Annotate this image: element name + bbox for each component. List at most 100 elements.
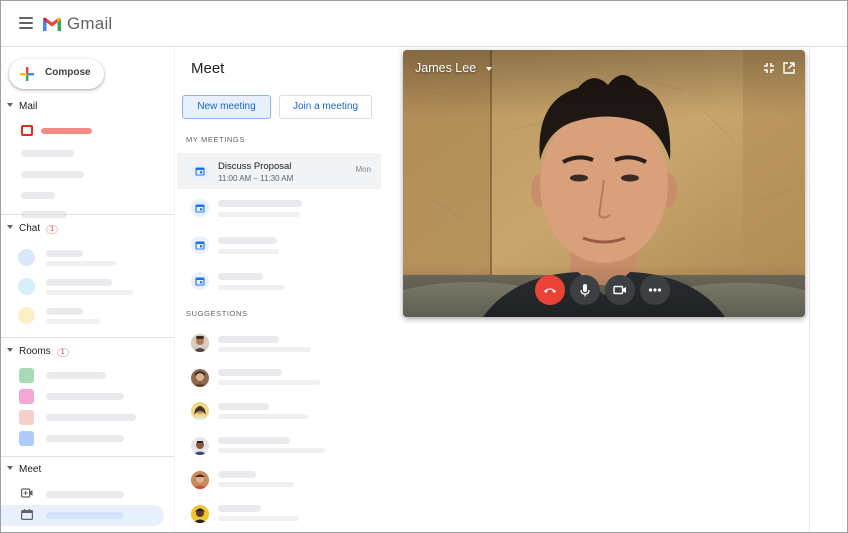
suggestion-detail-placeholder <box>218 414 308 419</box>
app-window: Gmail Compose Mail Chat 1 Rooms 1 Meet M… <box>0 0 848 533</box>
suggestion-name-placeholder <box>218 437 290 444</box>
meeting-row[interactable] <box>177 263 381 299</box>
section-chat-label: Chat <box>19 223 41 234</box>
room-name-placeholder[interactable] <box>46 393 124 400</box>
chevron-down-icon[interactable] <box>486 67 492 71</box>
chat-snippet-placeholder <box>46 290 133 295</box>
room-icon[interactable] <box>19 410 34 425</box>
new-meeting-button[interactable]: New meeting <box>182 95 271 119</box>
divider <box>1 337 174 338</box>
top-bar: Gmail <box>1 1 847 47</box>
join-meeting-button[interactable]: Join a meeting <box>279 95 372 119</box>
meeting-row[interactable] <box>177 227 381 263</box>
room-name-placeholder[interactable] <box>46 414 136 421</box>
my-meetings-heading: MY MEETINGS <box>186 135 245 144</box>
suggestion-avatar[interactable] <box>191 402 209 420</box>
suggestion-avatar[interactable] <box>191 369 209 387</box>
room-icon[interactable] <box>19 368 34 383</box>
menu-icon[interactable] <box>19 17 33 29</box>
chat-avatar[interactable] <box>18 307 35 324</box>
compose-button[interactable]: Compose <box>9 59 104 89</box>
divider <box>1 214 174 215</box>
room-icon[interactable] <box>19 431 34 446</box>
room-name-placeholder[interactable] <box>46 435 124 442</box>
chat-name-placeholder <box>46 308 83 315</box>
meeting-title-placeholder <box>218 237 277 244</box>
rooms-unread-badge: 1 <box>56 348 69 357</box>
more-options-button[interactable] <box>640 275 670 305</box>
suggestion-detail-placeholder <box>218 347 311 352</box>
mail-item-placeholder[interactable] <box>21 171 84 178</box>
chat-snippet-placeholder <box>46 319 100 324</box>
meeting-time-placeholder <box>218 285 285 290</box>
meeting-title-placeholder <box>218 273 263 280</box>
room-name-placeholder[interactable] <box>46 372 106 379</box>
divider <box>809 47 810 532</box>
microphone-icon <box>580 284 590 297</box>
keyboard-icon[interactable] <box>21 509 33 520</box>
suggestion-name-placeholder <box>218 471 256 478</box>
meeting-title: Discuss Proposal <box>218 161 292 172</box>
caller-name[interactable]: James Lee <box>415 61 476 75</box>
suggestion-avatar[interactable] <box>191 334 209 352</box>
pop-out-icon[interactable] <box>783 62 795 74</box>
suggestion-detail-placeholder <box>218 482 294 487</box>
section-meet[interactable]: Meet <box>7 464 41 478</box>
video-call-window[interactable]: James Lee <box>403 50 805 317</box>
divider <box>1 456 174 457</box>
caller-video-feed <box>403 50 805 317</box>
end-call-button[interactable] <box>535 275 565 305</box>
calendar-icon <box>191 199 209 217</box>
suggestion-name-placeholder <box>218 369 282 376</box>
section-rooms-label: Rooms <box>19 346 51 357</box>
minimize-icon[interactable] <box>763 62 775 74</box>
suggestion-avatar[interactable] <box>191 505 209 523</box>
app-name: Gmail <box>67 14 113 33</box>
chat-name-placeholder <box>46 279 112 286</box>
chat-avatar[interactable] <box>18 249 35 266</box>
section-mail[interactable]: Mail <box>7 101 37 115</box>
chevron-down-icon <box>7 225 13 230</box>
chevron-down-icon <box>7 466 13 471</box>
calendar-icon <box>191 272 209 290</box>
suggestion-name-placeholder <box>218 505 261 512</box>
suggestion-detail-placeholder <box>218 380 320 385</box>
calendar-icon <box>191 162 209 180</box>
meet-item-placeholder[interactable] <box>46 491 124 498</box>
suggestion-avatar[interactable] <box>191 471 209 489</box>
left-navigation: Compose Mail Chat 1 Rooms 1 Meet <box>1 47 174 532</box>
room-icon[interactable] <box>19 389 34 404</box>
chat-unread-badge: 1 <box>46 225 59 234</box>
suggestion-name-placeholder <box>218 403 269 410</box>
chevron-down-icon <box>7 103 13 108</box>
section-meet-label: Meet <box>19 464 42 475</box>
chat-avatar[interactable] <box>18 278 35 295</box>
microphone-button[interactable] <box>570 275 600 305</box>
meeting-time-placeholder <box>218 249 279 254</box>
suggestion-detail-placeholder <box>218 516 299 521</box>
section-rooms[interactable]: Rooms 1 <box>7 346 69 360</box>
meet-item-placeholder[interactable] <box>46 512 124 519</box>
meeting-time-placeholder <box>218 212 300 217</box>
meet-panel: Meet New meeting Join a meeting MY MEETI… <box>174 47 391 532</box>
mail-item-placeholder[interactable] <box>21 192 55 199</box>
video-camera-icon[interactable] <box>21 488 33 498</box>
meeting-row[interactable] <box>177 190 381 226</box>
compose-label: Compose <box>45 67 91 78</box>
camera-icon <box>613 285 626 295</box>
suggestion-avatar[interactable] <box>191 437 209 455</box>
mail-item-placeholder[interactable] <box>21 150 74 157</box>
chat-name-placeholder <box>46 250 83 257</box>
meeting-row[interactable]: Discuss Proposal 11:00 AM – 11:30 AM Mon <box>177 153 381 189</box>
meeting-day: Mon <box>355 165 371 174</box>
section-chat[interactable]: Chat 1 <box>7 223 59 237</box>
gmail-logo-icon[interactable] <box>42 16 62 32</box>
calendar-icon <box>191 236 209 254</box>
more-options-icon <box>648 288 662 292</box>
inbox-label-placeholder[interactable] <box>41 128 92 134</box>
camera-button[interactable] <box>605 275 635 305</box>
end-call-icon <box>544 288 556 293</box>
suggestion-name-placeholder <box>218 336 279 343</box>
chevron-down-icon <box>7 348 13 353</box>
inbox-icon[interactable] <box>21 125 33 136</box>
